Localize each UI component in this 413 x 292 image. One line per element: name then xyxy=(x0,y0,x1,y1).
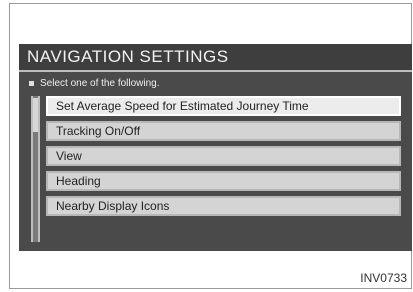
menu-item-label: View xyxy=(56,149,82,163)
menu-item-tracking[interactable]: Tracking On/Off xyxy=(46,121,401,141)
menu-item-label: Tracking On/Off xyxy=(56,124,141,138)
menu-scrollbar[interactable] xyxy=(31,96,40,242)
page-title: NAVIGATION SETTINGS xyxy=(27,47,229,66)
figure-code: INV0733 xyxy=(360,271,407,285)
menu-item-label: Heading xyxy=(56,174,101,188)
scrollbar-thumb[interactable] xyxy=(33,98,38,132)
menu-item-nearby-display-icons[interactable]: Nearby Display Icons xyxy=(46,196,401,216)
settings-menu: Set Average Speed for Estimated Journey … xyxy=(46,96,401,221)
bullet-icon xyxy=(29,80,34,86)
title-divider xyxy=(19,70,412,72)
menu-item-view[interactable]: View xyxy=(46,146,401,166)
instruction-text: Select one of the following. xyxy=(40,78,160,89)
menu-item-heading[interactable]: Heading xyxy=(46,171,401,191)
title-bar: NAVIGATION SETTINGS xyxy=(19,44,412,70)
menu-item-label: Set Average Speed for Estimated Journey … xyxy=(56,99,309,113)
menu-item-average-speed[interactable]: Set Average Speed for Estimated Journey … xyxy=(46,96,401,116)
instruction-line: Select one of the following. xyxy=(29,78,160,89)
menu-item-label: Nearby Display Icons xyxy=(56,199,170,213)
navigation-settings-screen: NAVIGATION SETTINGS Select one of the fo… xyxy=(19,44,412,251)
